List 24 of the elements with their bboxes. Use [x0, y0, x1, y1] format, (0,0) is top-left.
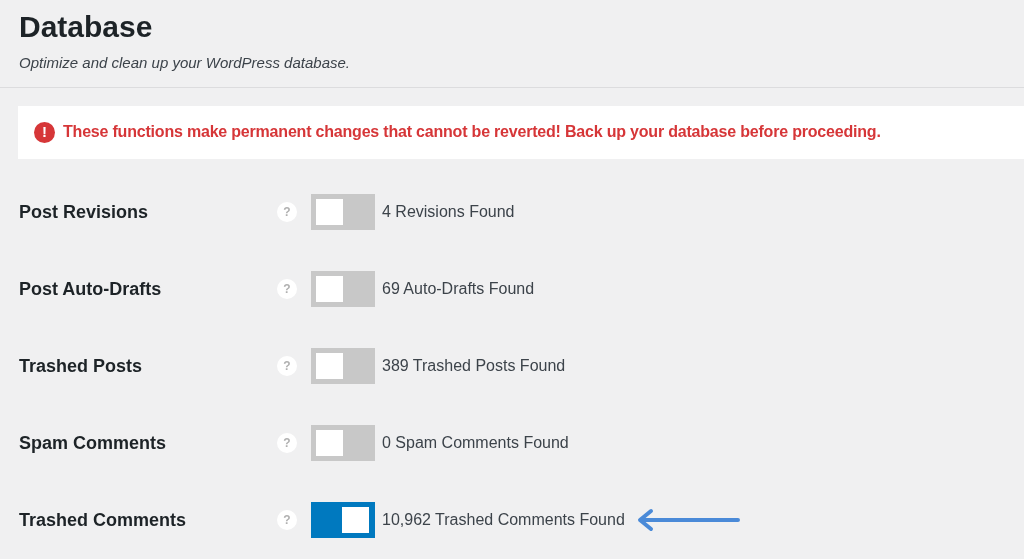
setting-label: Trashed Posts [18, 354, 144, 378]
help-icon[interactable]: ? [277, 433, 297, 453]
setting-label: Post Auto-Drafts [18, 277, 163, 301]
status-text: 0 Spam Comments Found [382, 433, 569, 453]
warning-text: These functions make permanent changes that cannot be reverted! Back up your database before proceeding. [63, 122, 881, 142]
toggle-switch[interactable] [311, 348, 375, 384]
setting-label: Post Revisions [18, 200, 150, 224]
status-text: 4 Revisions Found [382, 202, 515, 222]
alert-icon: ! [34, 121, 55, 143]
help-icon[interactable]: ? [277, 356, 297, 376]
status-text: 389 Trashed Posts Found [382, 356, 566, 376]
help-icon[interactable]: ? [277, 202, 297, 222]
toggle-switch[interactable] [311, 502, 375, 538]
status-text: 69 Auto-Drafts Found [382, 279, 535, 299]
help-icon[interactable]: ? [277, 510, 297, 530]
setting-label: Trashed Comments [18, 508, 188, 532]
toggle-switch[interactable] [311, 271, 375, 307]
toggle-switch[interactable] [311, 425, 375, 461]
toggle-switch[interactable] [311, 194, 375, 230]
help-icon[interactable]: ? [277, 279, 297, 299]
status-text: 10,962 Trashed Comments Found [382, 510, 625, 530]
page-title: Database [19, 9, 153, 45]
page-subtitle: Optimize and clean up your WordPress database. [19, 53, 350, 73]
setting-label: Spam Comments [18, 431, 168, 455]
